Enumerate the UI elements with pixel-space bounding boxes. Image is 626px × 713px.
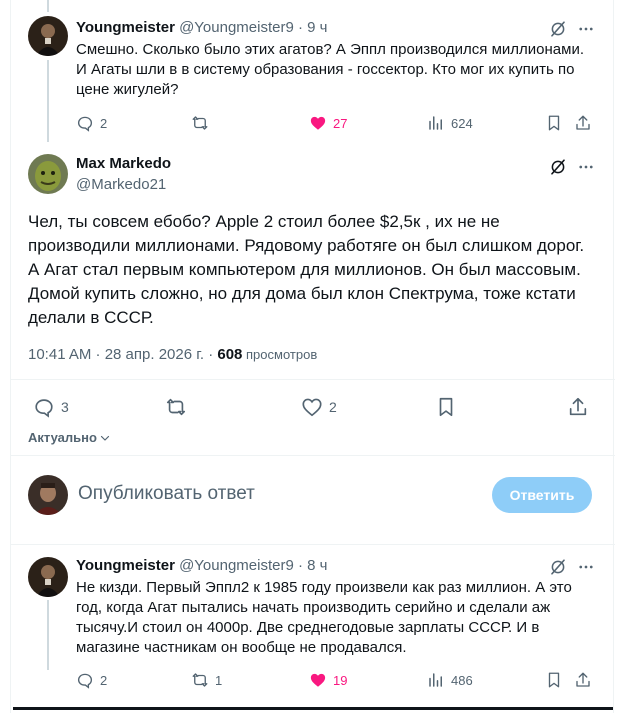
reply-input[interactable]: Опубликовать ответ <box>78 483 255 505</box>
share-button[interactable] <box>574 114 592 132</box>
bookmark-icon <box>548 115 560 131</box>
tweet-time[interactable]: 8 ч <box>307 557 327 574</box>
like-count: 27 <box>333 115 348 131</box>
retweet-button[interactable] <box>191 114 209 132</box>
retweet-button[interactable] <box>165 396 187 418</box>
bar-chart-icon <box>429 116 442 130</box>
divider <box>11 455 615 456</box>
more-options-icon[interactable] <box>577 20 595 38</box>
tweet-text: Чел, ты совсем ебобо? Apple 2 стоил боле… <box>28 212 585 327</box>
like-count: 19 <box>333 672 348 688</box>
reply-icon <box>35 399 53 418</box>
tweet-header: Youngmeister @Youngmeister9 · 9 ч <box>76 18 328 38</box>
reply-count: 3 <box>61 399 69 415</box>
author-name[interactable]: Max Markedo <box>76 155 171 172</box>
divider <box>11 379 615 380</box>
grok-icon[interactable] <box>549 558 567 576</box>
like-button[interactable]: 27 <box>309 114 347 132</box>
bookmark-button[interactable] <box>545 114 563 132</box>
bookmark-button[interactable] <box>435 396 457 418</box>
author-name[interactable]: Youngmeister <box>76 557 175 574</box>
bookmark-icon <box>439 397 453 417</box>
retweet-count: 1 <box>215 672 223 688</box>
reply-submit-button[interactable]: Ответить <box>492 477 592 513</box>
retweet-button[interactable]: 1 <box>191 671 222 689</box>
views-button[interactable]: 624 <box>427 114 473 132</box>
views-count: 608 <box>217 346 243 363</box>
share-icon <box>576 672 590 687</box>
retweet-icon <box>192 673 208 687</box>
share-button[interactable] <box>567 396 589 418</box>
retweet-icon <box>192 116 208 130</box>
separator-dot: · <box>298 19 303 36</box>
bookmark-icon <box>548 672 560 688</box>
thread-line-top <box>47 0 49 12</box>
sort-label: Актуально <box>28 430 97 445</box>
share-icon <box>576 115 590 130</box>
heart-icon <box>302 398 322 417</box>
author-handle[interactable]: @Youngmeister9 <box>179 557 294 574</box>
avatar-youngmeister[interactable] <box>28 557 68 597</box>
views-button[interactable]: 486 <box>427 671 473 689</box>
tweet-timestamp[interactable]: 10:41 AM · 28 апр. 2026 г. · <box>28 346 217 363</box>
bookmark-button[interactable] <box>545 671 563 689</box>
share-button[interactable] <box>574 671 592 689</box>
tweet-text: Смешно. Сколько было этих агатов? А Эппл… <box>76 41 585 98</box>
heart-filled-icon <box>310 673 326 687</box>
avatar-max-markedo[interactable] <box>28 154 68 194</box>
more-options-icon[interactable] <box>577 558 595 576</box>
grok-icon[interactable] <box>549 20 567 38</box>
reply-button[interactable]: 2 <box>76 671 107 689</box>
views-label: просмотров <box>242 347 318 362</box>
avatar-current-user[interactable] <box>28 475 68 515</box>
tweet-header: Youngmeister @Youngmeister9 · 8 ч <box>76 556 328 576</box>
reply-count: 2 <box>100 115 108 131</box>
reply-button[interactable]: 2 <box>76 114 107 132</box>
reply-icon <box>77 116 93 132</box>
views-count: 486 <box>451 672 473 688</box>
bottom-edge <box>13 707 613 710</box>
share-icon <box>569 397 587 416</box>
thread-line <box>47 60 49 142</box>
chevron-down-icon <box>100 435 110 441</box>
timeline-column: Youngmeister @Youngmeister9 · 9 ч Смешно… <box>10 0 615 713</box>
avatar-youngmeister[interactable] <box>28 16 68 56</box>
retweet-icon <box>166 398 186 416</box>
sort-replies-dropdown[interactable]: Актуально <box>28 430 111 445</box>
divider <box>11 544 615 545</box>
like-button[interactable]: 19 <box>309 671 347 689</box>
like-count: 2 <box>329 399 337 415</box>
like-button[interactable]: 2 <box>301 396 337 418</box>
separator-dot: · <box>298 557 303 574</box>
tweet-time[interactable]: 9 ч <box>307 19 327 36</box>
tweet-text: Не кизди. Первый Эппл2 к 1985 году произ… <box>76 579 572 656</box>
grok-icon[interactable] <box>549 158 567 176</box>
author-name[interactable]: Youngmeister <box>76 19 175 36</box>
reply-icon <box>77 673 93 689</box>
author-handle[interactable]: @Markedo21 <box>76 176 166 193</box>
heart-filled-icon <box>310 116 326 130</box>
reply-count: 2 <box>100 672 108 688</box>
author-handle[interactable]: @Youngmeister9 <box>179 19 294 36</box>
views-count: 624 <box>451 115 473 131</box>
more-options-icon[interactable] <box>577 158 595 176</box>
thread-line <box>47 600 49 670</box>
reply-button[interactable]: 3 <box>33 396 69 418</box>
tweet-meta: 10:41 AM · 28 апр. 2026 г. · 608 просмот… <box>28 346 317 363</box>
bar-chart-icon <box>429 673 442 687</box>
